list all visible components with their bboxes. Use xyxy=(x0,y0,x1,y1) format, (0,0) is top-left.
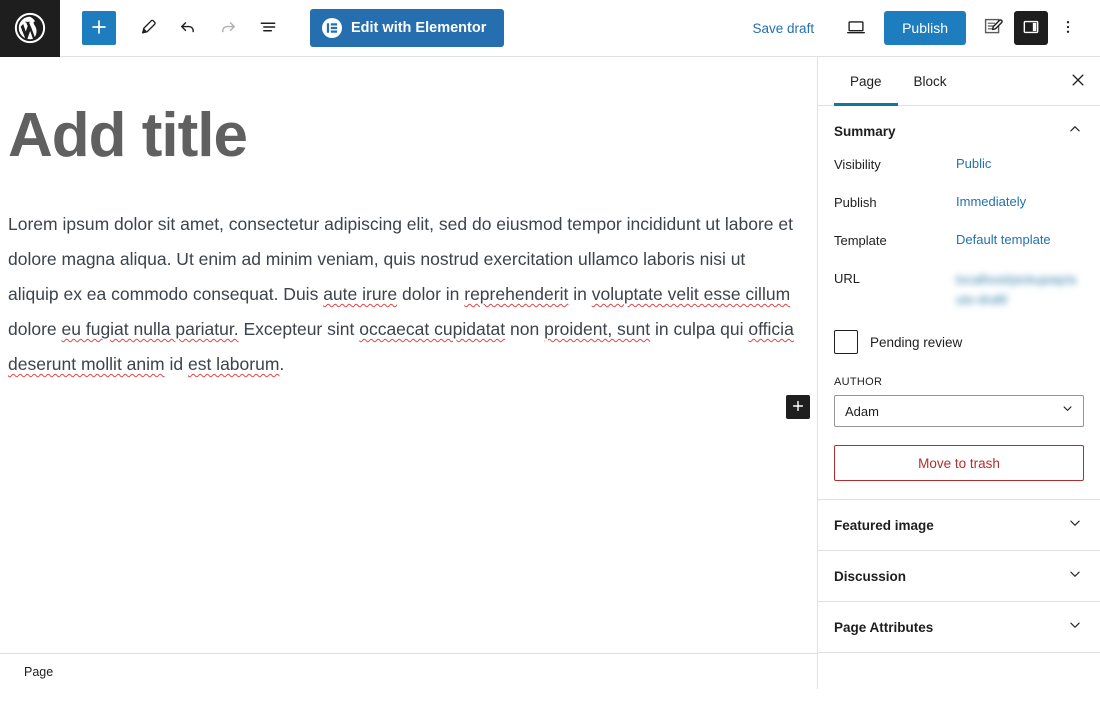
three-dots-vertical-icon xyxy=(1059,18,1077,39)
undo-button[interactable] xyxy=(170,10,206,46)
wordpress-logo-button[interactable] xyxy=(0,0,60,57)
chevron-down-icon xyxy=(1066,616,1084,639)
settings-sidebar: Page Block Summary Visibility Public Pub… xyxy=(818,57,1100,689)
publish-button[interactable]: Publish xyxy=(884,11,966,45)
editor-status-bar: Page xyxy=(0,653,817,689)
toolbar-right-group: Save draft Publish xyxy=(741,0,1100,57)
redo-arrow-icon xyxy=(218,17,238,40)
paragraph-text-clean: Excepteur sint xyxy=(238,319,360,339)
desktop-preview-icon xyxy=(845,16,867,41)
plus-icon xyxy=(90,18,108,39)
paragraph-block[interactable]: Lorem ipsum dolor sit amet, consectetur … xyxy=(8,207,798,382)
breadcrumb[interactable]: Page xyxy=(24,665,53,679)
author-select-wrapper: Adam xyxy=(834,395,1084,428)
chevron-down-icon xyxy=(1066,514,1084,537)
featured-image-panel-header[interactable]: Featured image xyxy=(818,500,1100,550)
sidebar-footer-spacer xyxy=(818,689,1100,725)
misspelled-word: reprehenderit xyxy=(464,284,569,304)
edit-with-elementor-button[interactable]: Edit with Elementor xyxy=(310,9,505,47)
discussion-panel-title: Discussion xyxy=(834,568,907,584)
pencil-icon xyxy=(138,17,158,40)
publish-label: Publish xyxy=(834,195,877,210)
inline-insert-block-button[interactable] xyxy=(786,395,810,419)
misspelled-word: occaecat cupidatat xyxy=(359,319,506,339)
paragraph-text-clean: . xyxy=(279,354,285,374)
misspelled-word: aute irure xyxy=(323,284,398,304)
editor-mode-button[interactable] xyxy=(976,10,1012,46)
summary-row-template: Template Default template xyxy=(834,232,1084,254)
list-view-button[interactable] xyxy=(250,10,286,46)
preview-button[interactable] xyxy=(838,10,874,46)
template-label: Template xyxy=(834,233,887,248)
author-field-label: AUTHOR xyxy=(834,376,883,389)
summary-row-url: URL localhost/pickupwp/auto-draft/ xyxy=(834,270,1084,310)
paragraph-text-clean: id xyxy=(164,354,188,374)
summary-panel: Summary Visibility Public Publish Immedi… xyxy=(818,106,1100,501)
close-sidebar-button[interactable] xyxy=(1056,57,1100,105)
redo-button[interactable] xyxy=(210,10,246,46)
pending-review-row: Pending review xyxy=(834,330,1084,355)
misspelled-word: est laborum xyxy=(187,354,280,374)
tools-pencil-button[interactable] xyxy=(130,10,166,46)
paragraph-text-clean: in xyxy=(568,284,592,304)
url-label: URL xyxy=(834,271,861,286)
paragraph-text-clean: in culpa qui xyxy=(650,319,749,339)
page-attributes-panel-header[interactable]: Page Attributes xyxy=(818,602,1100,652)
tab-page[interactable]: Page xyxy=(834,57,898,106)
wordpress-logo-icon xyxy=(14,12,46,44)
featured-image-panel: Featured image xyxy=(818,500,1100,552)
save-draft-button[interactable]: Save draft xyxy=(741,13,827,44)
sidebar-tab-bar: Page Block xyxy=(818,57,1100,106)
editor-canvas: Add title Lorem ipsum dolor sit amet, co… xyxy=(0,57,818,689)
wordpress-block-editor: Edit with Elementor Save draft Publish A… xyxy=(0,0,1100,725)
tab-block[interactable]: Block xyxy=(898,57,963,105)
visibility-label: Visibility xyxy=(834,157,881,172)
summary-panel-title: Summary xyxy=(834,123,896,139)
edit-pencil-square-icon xyxy=(982,15,1006,42)
chevron-up-icon xyxy=(1066,120,1084,143)
sidebar-panel-icon xyxy=(1021,17,1041,40)
paragraph-text-clean: dolor in xyxy=(397,284,465,304)
close-x-icon xyxy=(1069,71,1087,92)
misspelled-word: eu fugiat nulla pariatur. xyxy=(61,319,239,339)
chevron-down-icon xyxy=(1066,565,1084,588)
author-select[interactable]: Adam xyxy=(834,395,1084,428)
url-value-button[interactable]: localhost/pickupwp/auto-draft/ xyxy=(956,270,1081,310)
summary-row-publish: Publish Immediately xyxy=(834,194,1084,216)
elementor-logo-icon xyxy=(322,18,342,38)
plus-icon xyxy=(791,399,805,416)
undo-arrow-icon xyxy=(178,17,198,40)
post-title-input[interactable]: Add title xyxy=(8,101,248,170)
summary-panel-header[interactable]: Summary xyxy=(818,106,1100,156)
summary-panel-body: Visibility Public Publish Immediately Te… xyxy=(818,156,1100,499)
pending-review-checkbox[interactable] xyxy=(834,330,858,355)
misspelled-word: voluptate velit esse cillum xyxy=(591,284,791,304)
misspelled-word: proident, sunt xyxy=(544,319,651,339)
discussion-panel-header[interactable]: Discussion xyxy=(818,551,1100,601)
discussion-panel: Discussion xyxy=(818,551,1100,603)
settings-sidebar-toggle[interactable] xyxy=(1014,11,1048,45)
pending-review-label: Pending review xyxy=(870,334,963,350)
toolbar-left-group: Edit with Elementor xyxy=(60,0,505,57)
list-view-icon xyxy=(258,17,278,40)
move-to-trash-button[interactable]: Move to trash xyxy=(834,445,1084,482)
add-block-button[interactable] xyxy=(82,11,116,45)
summary-row-visibility: Visibility Public xyxy=(834,156,1084,178)
editor-toolbar: Edit with Elementor Save draft Publish xyxy=(0,0,1100,57)
paragraph-text-clean: non xyxy=(505,319,545,339)
page-attributes-panel-title: Page Attributes xyxy=(834,619,934,635)
edit-with-elementor-label: Edit with Elementor xyxy=(351,20,487,36)
featured-image-panel-title: Featured image xyxy=(834,517,934,533)
paragraph-text-clean: dolore xyxy=(8,319,62,339)
publish-value-button[interactable]: Immediately xyxy=(956,194,1026,209)
page-attributes-panel: Page Attributes xyxy=(818,602,1100,654)
visibility-value-button[interactable]: Public xyxy=(956,156,991,171)
template-value-button[interactable]: Default template xyxy=(956,232,1051,247)
more-options-button[interactable] xyxy=(1050,10,1086,46)
